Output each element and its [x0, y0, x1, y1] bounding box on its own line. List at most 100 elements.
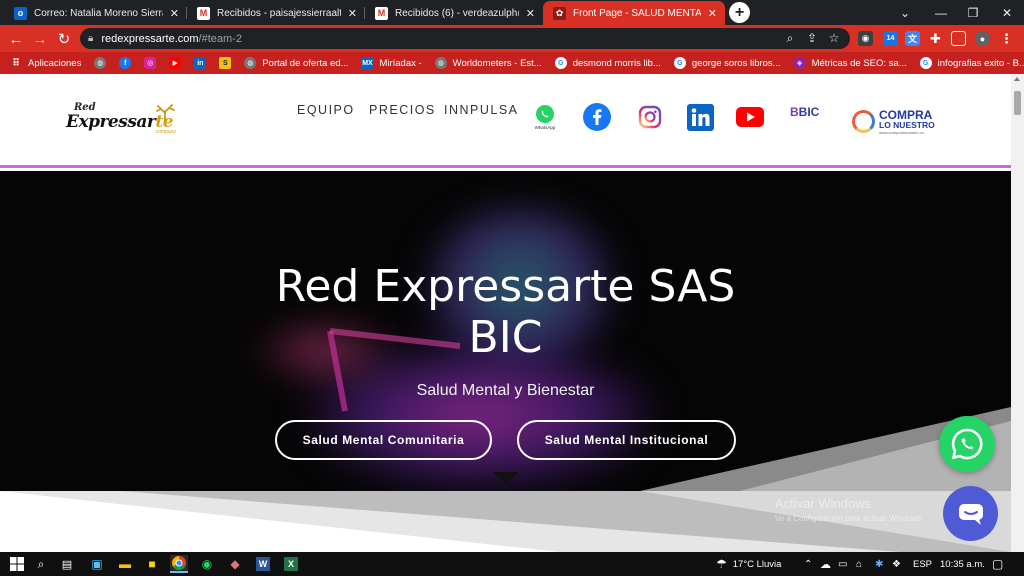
compra-circle-icon	[852, 110, 875, 133]
salud-mental-institucional-button[interactable]: Salud Mental Institucional	[517, 420, 736, 460]
browser-toolbar: ← → ↻ 🔒︎ redexpressarte.com/#team-2 ⌕ ⇪ …	[0, 25, 1024, 52]
bookmark-youtube[interactable]: ▶	[169, 57, 182, 69]
bookmark-infografias[interactable]: Ginfografias exito - B...	[919, 57, 1024, 69]
google-icon: G	[554, 57, 567, 69]
close-tab-icon[interactable]: ✕	[170, 7, 179, 20]
new-tab-button[interactable]: +	[729, 2, 750, 23]
calendar-extension-icon[interactable]: 14	[883, 31, 898, 46]
app-taskbar-icon[interactable]: ◆	[226, 555, 244, 573]
maximize-button[interactable]: ❐	[956, 0, 990, 25]
chat-bubble-icon	[958, 503, 983, 525]
task-view-icon[interactable]: ▤	[58, 555, 76, 573]
tab-title: Recibidos - paisajessierraaltaph@	[217, 7, 341, 19]
bookmark-facebook[interactable]: f	[119, 57, 132, 69]
youtube-link[interactable]	[736, 103, 764, 131]
linkedin-link[interactable]	[686, 103, 714, 131]
instagram-link[interactable]	[636, 103, 664, 131]
compra-line2: LO NUESTRO	[879, 120, 935, 130]
search-icon[interactable]: ⌕	[32, 555, 50, 573]
bookmark-desmond[interactable]: Gdesmond morris lib...	[554, 57, 661, 69]
weather-widget[interactable]: ☂ 17°C Lluvia	[716, 552, 781, 576]
nav-precios[interactable]: PRECIOS	[369, 103, 436, 117]
share-icon[interactable]: ⇪	[804, 31, 820, 47]
bookmark-miriadax[interactable]: MX Miríadax -	[361, 57, 422, 69]
tab-title: Correo: Natalia Moreno Sierra - C	[34, 7, 163, 19]
close-tab-icon[interactable]: ✕	[348, 7, 357, 20]
facebook-link[interactable]	[583, 103, 611, 131]
windows-start-icon[interactable]	[8, 555, 26, 573]
bookmark-instagram[interactable]: ◎	[144, 57, 157, 69]
dropbox-icon[interactable]: ❖	[892, 552, 901, 576]
youtube-icon	[736, 107, 764, 127]
close-window-button[interactable]: ✕	[990, 0, 1024, 25]
tab-gmail-verdeazul[interactable]: M Recibidos (6) - verdeazulph@gm ✕	[365, 1, 543, 25]
bic-badge[interactable]: BBIC	[790, 105, 819, 119]
sticky-notes-icon[interactable]: ■	[143, 555, 161, 573]
minimize-button[interactable]: —	[924, 0, 958, 25]
compra-lo-nuestro-logo[interactable]: COMPRA LO NUESTRO www.compralonuestro.co	[852, 108, 947, 135]
nav-equipo[interactable]: EQUIPO	[297, 103, 355, 117]
language-indicator[interactable]: ESP	[913, 552, 932, 576]
extension-icon[interactable]: ◉	[858, 31, 873, 46]
tab-search-icon[interactable]: ⌄	[888, 0, 922, 25]
excel-taskbar-icon[interactable]: X	[282, 555, 300, 573]
bookmark-label: Worldometers - Est...	[452, 57, 542, 69]
tab-gmail-paisajes[interactable]: M Recibidos - paisajessierraaltaph@ ✕	[187, 1, 365, 25]
whatsapp-icon	[536, 105, 554, 123]
menu-dots-icon[interactable]: ⋮	[999, 31, 1014, 46]
zoom-icon[interactable]: ⌕	[782, 31, 798, 47]
web-page: Red Expressarte company EQUIPO PRECIOS I…	[0, 74, 1024, 552]
page-scrollbar[interactable]	[1011, 74, 1024, 552]
bookmark-label: Portal de oferta ed...	[262, 57, 349, 69]
bluetooth-icon[interactable]: ✱	[875, 552, 883, 576]
bookmark-linkedin[interactable]: in	[194, 57, 207, 69]
back-arrow-icon[interactable]: ←	[6, 29, 26, 49]
word-taskbar-icon[interactable]: W	[254, 555, 272, 573]
logo-text-a: Expressar	[66, 112, 156, 132]
bookmark-star-icon[interactable]: ☆	[826, 31, 842, 47]
browser-tab-strip: o Correo: Natalia Moreno Sierra - C ✕ M …	[0, 0, 1024, 25]
puzzle-extensions-icon[interactable]: ✚	[928, 31, 943, 46]
bookmark-seo[interactable]: ◈ Métricas de SEO: sa...	[793, 57, 907, 69]
scroll-down-arrow-icon[interactable]	[493, 472, 519, 484]
profile-avatar[interactable]: ●	[975, 31, 990, 46]
scrollbar-thumb[interactable]	[1014, 91, 1021, 115]
whatsapp-chat-button[interactable]	[939, 416, 995, 472]
compra-line3: www.compralonuestro.co	[879, 130, 924, 135]
address-bar[interactable]: 🔒︎ redexpressarte.com/#team-2 ⌕ ⇪ ☆	[80, 28, 850, 49]
clock[interactable]: 10:35 a.m.	[940, 552, 985, 576]
live-chat-button[interactable]	[943, 486, 998, 541]
bookmark-apps[interactable]: ⠿ Aplicaciones	[10, 57, 81, 69]
show-hidden-icons[interactable]: ⌃	[804, 552, 812, 576]
side-panel-icon[interactable]	[951, 31, 966, 46]
reload-icon[interactable]: ↻	[54, 29, 74, 49]
extension-badge: 14	[886, 35, 895, 42]
battery-icon[interactable]: ▭	[838, 552, 847, 576]
chrome-taskbar-icon[interactable]	[170, 555, 188, 573]
whatsapp-taskbar-icon[interactable]: ◉	[198, 555, 216, 573]
close-tab-icon[interactable]: ✕	[708, 7, 717, 20]
bookmark-portal[interactable]: ◍ Portal de oferta ed...	[244, 57, 348, 69]
bookmark-label: Métricas de SEO: sa...	[811, 57, 907, 69]
close-tab-icon[interactable]: ✕	[526, 7, 535, 20]
scroll-up-icon[interactable]	[1014, 77, 1020, 81]
url-host: redexpressarte.com	[101, 32, 199, 45]
bookmark-soros[interactable]: Ggeorge soros libros...	[673, 57, 781, 69]
tab-outlook[interactable]: o Correo: Natalia Moreno Sierra - C ✕	[4, 1, 187, 25]
notifications-icon[interactable]: ▢	[992, 552, 1003, 576]
site-logo[interactable]: Red Expressarte company	[66, 102, 178, 142]
file-explorer-icon[interactable]: ▬	[116, 555, 134, 573]
bookmark-worldometers[interactable]: ◍ Worldometers - Est...	[434, 57, 542, 69]
onedrive-icon[interactable]: ☁	[820, 552, 831, 576]
network-icon[interactable]: ⌂	[856, 552, 862, 576]
salud-mental-comunitaria-button[interactable]: Salud Mental Comunitaria	[275, 420, 492, 460]
bookmark-s[interactable]: S	[219, 57, 232, 69]
forward-arrow-icon[interactable]: →	[30, 29, 50, 49]
tab-front-page[interactable]: ✿ Front Page - SALUD MENTAL ✕	[543, 1, 725, 25]
whatsapp-link[interactable]: WhatsApp	[531, 103, 559, 131]
monitor-app-icon[interactable]: ▣	[88, 555, 106, 573]
translate-icon[interactable]: 文	[905, 31, 920, 46]
url-path: /#team-2	[198, 32, 242, 45]
bookmark-globe[interactable]: ◍	[94, 57, 107, 69]
nav-innpulsa[interactable]: INNPULSA	[444, 103, 519, 117]
